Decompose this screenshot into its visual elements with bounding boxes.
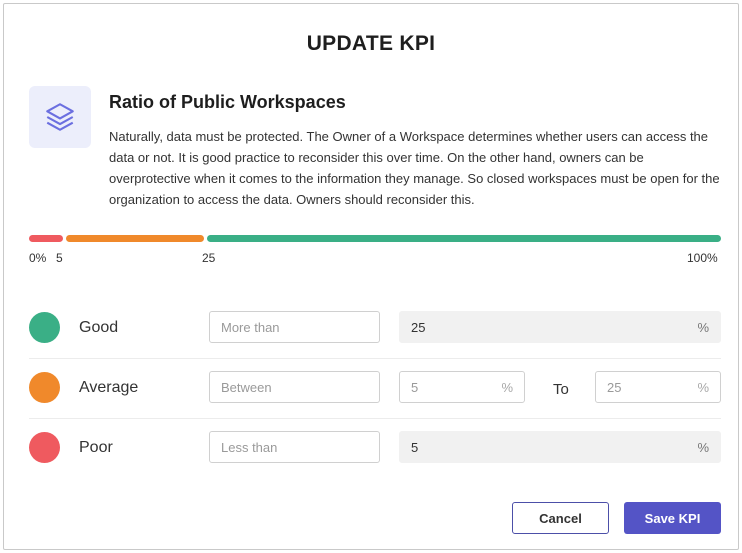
dialog-title: UPDATE KPI [306, 32, 436, 55]
update-kpi-dialog: UPDATE KPI Ratio of Public Workspaces Na… [3, 3, 739, 550]
average-from-value: 5 [411, 379, 419, 395]
average-to-field[interactable]: 25 % [595, 371, 721, 403]
scale-tick-0: 0% [29, 251, 47, 265]
good-label: Good [79, 319, 119, 336]
average-to-value: 25 [607, 379, 622, 395]
good-condition-field[interactable]: More than [209, 311, 380, 343]
scale-segment-poor [29, 235, 63, 242]
save-kpi-button[interactable]: Save KPI [624, 502, 721, 534]
good-value: 25 [411, 319, 426, 335]
kpi-name: Ratio of Public Workspaces [109, 92, 346, 112]
average-label: Average [79, 379, 139, 396]
poor-value-field[interactable]: 5 % [399, 431, 721, 463]
good-unit: % [697, 319, 709, 335]
kpi-description: Naturally, data must be protected. The O… [109, 129, 720, 207]
row-divider [29, 358, 721, 359]
average-condition-field[interactable]: Between [209, 371, 380, 403]
average-from-field[interactable]: 5 % [399, 371, 525, 403]
poor-condition-placeholder: Less than [221, 439, 278, 455]
layers-icon [29, 86, 91, 148]
good-status-dot [29, 312, 60, 343]
to-label: To [553, 381, 569, 398]
average-status-dot [29, 372, 60, 403]
scale-segment-good [207, 235, 721, 242]
poor-label: Poor [79, 439, 113, 456]
scale-tick-5: 5 [56, 251, 63, 265]
poor-unit: % [697, 439, 709, 455]
poor-status-dot [29, 432, 60, 463]
scale-segment-average [66, 235, 204, 242]
average-to-unit: % [697, 379, 709, 395]
row-divider [29, 418, 721, 419]
good-condition-placeholder: More than [221, 319, 280, 335]
scale-tick-100: 100% [687, 251, 718, 265]
poor-value: 5 [411, 439, 419, 455]
cancel-button[interactable]: Cancel [512, 502, 609, 534]
poor-condition-field[interactable]: Less than [209, 431, 380, 463]
good-value-field[interactable]: 25 % [399, 311, 721, 343]
average-from-unit: % [501, 379, 513, 395]
scale-tick-25: 25 [202, 251, 216, 265]
average-condition-placeholder: Between [221, 379, 272, 395]
